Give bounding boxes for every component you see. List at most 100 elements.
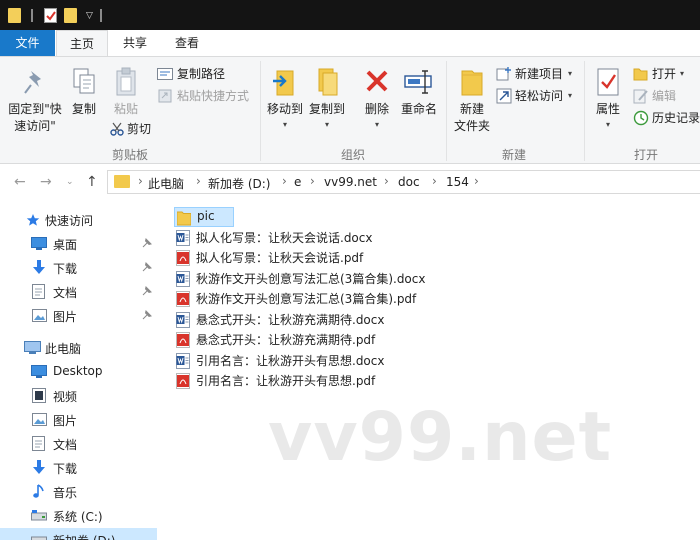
breadcrumb-vv99-net[interactable]: vv99.net	[324, 175, 377, 189]
drive-d-icon	[31, 536, 47, 540]
quick-access-toolbar-dropdown-icon[interactable]: ▽	[86, 11, 93, 21]
folder-row[interactable]: pic	[174, 207, 234, 227]
nav-system-c[interactable]: 系统 (C:)	[0, 504, 157, 528]
chevron-down-icon: ▾	[282, 120, 287, 129]
nav-desktop[interactable]: Desktop	[0, 360, 157, 384]
new-item-icon	[496, 67, 511, 81]
new-folder-quick-icon[interactable]	[64, 8, 77, 23]
nav-documents-label: 文档	[53, 438, 78, 452]
file-row[interactable]: 秋游作文开头创意写法汇总(3篇合集).pdf	[174, 289, 434, 309]
open-icon	[633, 68, 648, 81]
copy-to-icon	[318, 68, 338, 96]
nav-videos[interactable]: 视频	[0, 384, 157, 408]
address-bar[interactable]: › 此电脑 › 新加卷 (D:) › e › vv99.net › doc › …	[107, 170, 700, 194]
download-arrow-icon	[33, 460, 45, 474]
delete-button[interactable]: 删除 ▾	[358, 65, 396, 135]
pin-to-quick-access-button[interactable]: 固定到"快 速访问"	[4, 65, 66, 145]
tab-share[interactable]: 共享	[110, 30, 160, 56]
properties-quick-icon[interactable]	[44, 8, 57, 23]
properties-icon	[597, 68, 619, 96]
desktop-icon	[31, 365, 47, 378]
file-name: 悬念式开头：让秋游充满期待.pdf	[196, 333, 376, 347]
breadcrumb-separator-icon[interactable]: ›	[432, 174, 437, 188]
properties-button[interactable]: 属性 ▾	[588, 65, 628, 135]
nav-downloads-pinned[interactable]: 下载	[0, 256, 157, 280]
breadcrumb-separator-icon[interactable]: ›	[474, 174, 479, 188]
file-row[interactable]: 拟人化写景：让秋天会说话.docx	[174, 228, 434, 248]
word-document-icon	[176, 230, 190, 246]
breadcrumb-e[interactable]: e	[294, 175, 301, 189]
pin-label-line2: 速访问"	[14, 119, 56, 133]
copy-button[interactable]: 复制	[66, 65, 102, 125]
paste-button[interactable]: 粘贴	[106, 65, 146, 125]
file-row[interactable]: 悬念式开头：让秋游充满期待.docx	[174, 310, 434, 330]
breadcrumb-separator-icon[interactable]: ›	[282, 174, 287, 188]
up-arrow-icon[interactable]: ↑	[86, 174, 98, 190]
nav-music[interactable]: 音乐	[0, 480, 157, 504]
breadcrumb-doc[interactable]: doc	[398, 175, 420, 189]
nav-desktop-pinned[interactable]: 桌面	[0, 232, 157, 256]
easy-access-label: 轻松访问	[515, 89, 564, 103]
nav-this-pc-label: 此电脑	[45, 342, 82, 356]
breadcrumb-154[interactable]: 154	[446, 175, 469, 189]
file-row[interactable]: 引用名言：让秋游开头有思想.docx	[174, 351, 434, 371]
breadcrumb-this-pc[interactable]: 此电脑	[148, 175, 184, 192]
rename-button[interactable]: 重命名	[397, 65, 441, 125]
drive-c-icon	[31, 510, 47, 521]
copy-to-button[interactable]: 复制到 ▾	[306, 65, 348, 135]
file-name: 拟人化写景：让秋天会说话.docx	[196, 231, 373, 245]
breadcrumb-separator-icon[interactable]: ›	[310, 174, 315, 188]
new-folder-label-line2: 文件夹	[453, 119, 490, 133]
new-group-label: 新建	[501, 148, 526, 162]
nav-pictures-pinned-label: 图片	[53, 310, 78, 324]
pinned-icon	[142, 262, 152, 272]
file-name: pic	[197, 209, 215, 223]
address-folder-icon	[114, 175, 130, 188]
easy-access-icon	[496, 88, 512, 104]
back-arrow-icon[interactable]: ←	[14, 174, 26, 190]
download-arrow-icon	[33, 260, 45, 274]
history-icon	[633, 110, 649, 126]
nav-pictures-pinned[interactable]: 图片	[0, 304, 157, 328]
file-list: pic 拟人化写景：让秋天会说话.docx 拟人化写景：让秋天会说话.pdf 秋游作文…	[157, 199, 700, 540]
document-icon	[32, 436, 45, 451]
nav-this-pc[interactable]: 此电脑	[0, 336, 157, 360]
file-name: 拟人化写景：让秋天会说话.pdf	[196, 251, 364, 265]
file-explorer-window: ▽ 文件 主页 共享 查看 固定到"快 速访问" 复制 粘贴 复制路径 粘贴快捷…	[0, 0, 700, 540]
copy-path-label: 复制路径	[177, 67, 226, 81]
chevron-down-icon: ▾	[680, 69, 685, 78]
move-to-button[interactable]: 移动到 ▾	[264, 65, 306, 135]
nav-desktop-pinned-label: 桌面	[53, 238, 78, 252]
nav-desktop-label: Desktop	[53, 364, 103, 378]
scissors-icon	[110, 122, 124, 136]
nav-documents-pinned[interactable]: 文档	[0, 280, 157, 304]
file-row[interactable]: 拟人化写景：让秋天会说话.pdf	[174, 248, 434, 268]
tab-home[interactable]: 主页	[56, 30, 108, 57]
nav-pictures[interactable]: 图片	[0, 408, 157, 432]
folder-icon	[177, 211, 191, 226]
move-to-icon	[273, 70, 294, 96]
file-name: 秋游作文开头创意写法汇总(3篇合集).pdf	[196, 292, 417, 306]
nav-new-volume-d[interactable]: 新加卷 (D:)	[0, 528, 157, 540]
recent-locations-chevron-icon[interactable]: ⌄	[66, 177, 74, 187]
nav-pictures-label: 图片	[53, 414, 78, 428]
breadcrumb-new-volume-d[interactable]: 新加卷 (D:)	[208, 175, 270, 192]
rename-icon	[404, 70, 432, 94]
new-folder-button[interactable]: 新建 文件夹	[450, 65, 494, 140]
breadcrumb-separator-icon[interactable]: ›	[384, 174, 389, 188]
nav-downloads[interactable]: 下载	[0, 456, 157, 480]
breadcrumb-separator-icon[interactable]: ›	[196, 174, 201, 188]
file-row[interactable]: 秋游作文开头创意写法汇总(3篇合集).docx	[174, 269, 434, 289]
file-row[interactable]: 引用名言：让秋游开头有思想.pdf	[174, 371, 434, 391]
tab-view[interactable]: 查看	[162, 30, 212, 56]
nav-documents[interactable]: 文档	[0, 432, 157, 456]
forward-arrow-icon[interactable]: →	[40, 174, 52, 190]
breadcrumb-separator-icon[interactable]: ›	[138, 174, 143, 188]
nav-quick-access[interactable]: 快速访问	[0, 208, 157, 232]
folder-icon[interactable]	[8, 8, 21, 23]
chevron-down-icon: ▾	[324, 120, 329, 129]
computer-icon	[24, 341, 41, 354]
file-row[interactable]: 悬念式开头：让秋游充满期待.pdf	[174, 330, 434, 350]
new-folder-label-line1: 新建	[459, 102, 484, 116]
tab-file[interactable]: 文件	[0, 30, 55, 56]
